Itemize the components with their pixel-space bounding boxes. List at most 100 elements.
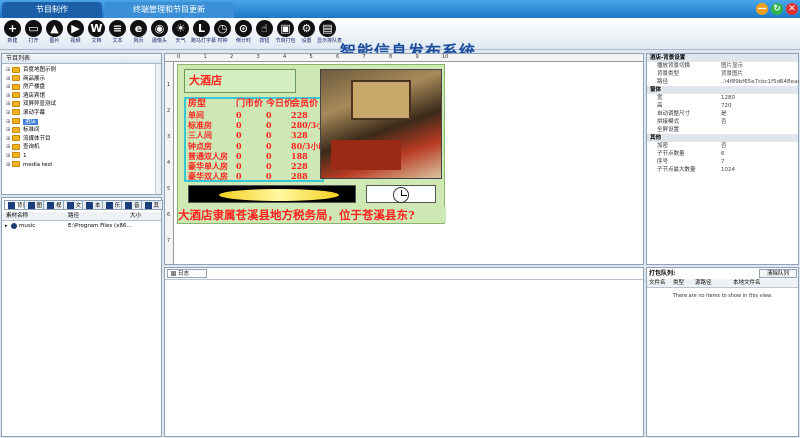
clear-queue-button[interactable]: 清除队列 xyxy=(759,269,797,278)
minimize-button[interactable]: — xyxy=(756,3,768,15)
toolbar-button-package[interactable]: ▣ 节目打包 xyxy=(275,19,296,49)
toolbar-button-label: 时钟 xyxy=(217,38,228,44)
horizontal-ruler: 0 1 2 3 4 5 6 7 8 9 10 xyxy=(165,54,643,62)
price-cell: 0 xyxy=(236,130,242,141)
toolbar: + 新建 ▭ 打开 ▲ 图片 ▶ 视频 W 文档 ≡ 文本 e 网页 ◉ 摄像头 ☀ 天气 L 跑马灯字幕 ◷ 时钟 ⊙ 倒计… xyxy=(0,18,800,61)
price-cell: 0 xyxy=(266,150,272,161)
price-cell: 标准房 xyxy=(188,120,212,131)
property-row[interactable]: 子节点数量 6 xyxy=(647,150,798,158)
toolbar-button-label: 视频 xyxy=(70,38,81,44)
text-icon: ≡ xyxy=(109,20,126,37)
marquee-text-box[interactable]: 大酒店隶属苍溪县地方税务局，位于苍溪县东? xyxy=(178,207,446,223)
price-cell: 豪华单人房 xyxy=(188,161,228,171)
tree-scrollbar[interactable] xyxy=(155,64,161,194)
price-row: 豪华双人房 0 0 288 xyxy=(186,171,322,181)
asset-tab-label: 视 xyxy=(56,203,62,209)
property-row[interactable]: 全屏设置 xyxy=(647,126,798,134)
property-name: 自动调整尺寸 xyxy=(657,111,691,117)
led-marquee-widget[interactable] xyxy=(188,185,356,203)
property-row[interactable]: 路径 ..\4f89bf65e7cbc1f5d648eaa88acce4e90f2… xyxy=(647,78,799,86)
restore-button[interactable]: ↻ xyxy=(771,3,783,15)
toolbar-button-touch[interactable]: ☝ 按钮 xyxy=(254,19,275,49)
weather-icon: ☀ xyxy=(172,20,189,37)
tree-item[interactable]: ⊞ 商品展示 xyxy=(6,75,161,84)
tree-item[interactable]: ⊞ 酒店 xyxy=(6,118,161,127)
toolbar-button-label: 节目打包 xyxy=(275,38,296,44)
property-row[interactable]: 序号 7 xyxy=(647,158,798,166)
ruler-tick-label: 7 xyxy=(362,54,366,60)
property-name: 加密 xyxy=(657,143,669,149)
tree-item[interactable]: ⊞ 1 xyxy=(6,152,161,161)
tab-program-edit[interactable]: 节目制作 xyxy=(2,2,102,18)
asset-tab[interactable]: 其 xyxy=(140,200,164,210)
property-value: 否 xyxy=(721,143,727,149)
tree-item[interactable]: ⊞ 双屏异显测试 xyxy=(6,100,161,109)
toolbar-button-label: 按钮 xyxy=(259,38,270,44)
tree-item[interactable]: ⊞ 滚动字幕 xyxy=(6,109,161,118)
property-row[interactable]: 加密 否 xyxy=(647,142,798,150)
toolbar-button-plus[interactable]: + 新建 xyxy=(2,19,23,49)
property-row[interactable]: 高 720 xyxy=(647,102,798,110)
property-name: 全屏设置 xyxy=(657,127,680,133)
toolbar-button-count[interactable]: ⊙ 倒计时 xyxy=(233,19,254,49)
tree-item[interactable]: ⊞ 标准间 xyxy=(6,126,161,135)
log-tab[interactable]: 日志 xyxy=(167,269,207,278)
asset-row[interactable]: ▸ music E:\Program Files (x86... xyxy=(2,222,161,230)
column-size[interactable]: 大小 xyxy=(130,212,141,221)
toolbar-button-weather[interactable]: ☀ 天气 xyxy=(170,19,191,49)
tab-terminal-manage[interactable]: 终端管理和节目更新 xyxy=(104,2,234,18)
queue-empty-message: There are no items to show in this view. xyxy=(672,293,773,299)
hotel-lobby-image[interactable] xyxy=(320,69,442,179)
toolbar-button-gear[interactable]: ⚙ 设置 xyxy=(296,19,317,49)
tree-item[interactable]: ⊞ 酒店宾馆 xyxy=(6,92,161,101)
tree-item-label: 房产楼盘 xyxy=(23,84,46,91)
property-section-header[interactable]: 其他 xyxy=(647,134,798,142)
clock-widget[interactable] xyxy=(366,185,436,203)
queue-column[interactable]: 本地文件名 xyxy=(733,279,761,288)
property-name: 播放背景切换 xyxy=(657,63,691,69)
tree-item[interactable]: ⊞ 查询机 xyxy=(6,143,161,152)
property-value: 否 xyxy=(721,119,727,125)
toolbar-button-led[interactable]: L 跑马灯字幕 xyxy=(191,19,216,49)
package-icon: ▣ xyxy=(277,20,294,37)
toolbar-button-web[interactable]: e 网页 xyxy=(128,19,149,49)
column-path[interactable]: 路径 xyxy=(68,212,79,221)
folder-open-icon: ▭ xyxy=(25,20,42,37)
close-button[interactable]: ✕ xyxy=(786,3,798,15)
toolbar-button-text[interactable]: ≡ 文本 xyxy=(107,19,128,49)
property-row[interactable]: 子节点最大数量 1024 xyxy=(647,166,798,174)
tree-item[interactable]: ⊞ 房产楼盘 xyxy=(6,83,161,92)
tab-icon xyxy=(47,202,54,209)
queue-column[interactable]: 文件名 xyxy=(649,279,666,288)
price-row: 标准房 0 0 280/3小时 xyxy=(186,120,332,131)
folder-icon xyxy=(12,135,20,142)
property-row[interactable]: 拼接模式 否 xyxy=(647,118,798,126)
folder-icon xyxy=(12,143,20,150)
property-row[interactable]: 播放背景切换 图片显示 xyxy=(647,62,798,70)
toolbar-button-image[interactable]: ▲ 图片 xyxy=(44,19,65,49)
toolbar-button-folder-open[interactable]: ▭ 打开 xyxy=(23,19,44,49)
queue-column[interactable]: 类型 xyxy=(673,279,684,288)
toolbar-button-clock[interactable]: ◷ 时钟 xyxy=(212,19,233,49)
property-row[interactable]: 背景类型 背景图片 xyxy=(647,70,798,78)
tree-item[interactable]: ⊞ media test xyxy=(6,161,161,170)
hotel-title-box[interactable]: 大酒店 xyxy=(184,69,296,93)
column-name[interactable]: 素材名称 xyxy=(6,212,28,221)
toolbar-button-video[interactable]: ▶ 视频 xyxy=(65,19,86,49)
tree-item[interactable]: ⊞ 百度地图示例 xyxy=(6,66,161,75)
program-stage: 大酒店 房型 门市价 今日价 会员价 单间 0 0 228 标准房 0 0 280/3小时 三人间 0 0 3… xyxy=(177,64,446,224)
expand-icon[interactable]: ▸ xyxy=(5,222,8,230)
property-section-header[interactable]: 酒店-背景设置 xyxy=(647,54,798,62)
tree-item-label: 标准间 xyxy=(23,127,40,134)
toolbar-button-camera[interactable]: ◉ 摄像头 xyxy=(149,19,170,49)
tree-item[interactable]: ⊞ 流媒体节目 xyxy=(6,135,161,144)
property-row[interactable]: 宽 1280 xyxy=(647,94,798,102)
property-row[interactable]: 自动调整尺寸 是 xyxy=(647,110,798,118)
price-header-cell: 会员价 xyxy=(291,99,319,109)
price-table[interactable]: 房型 门市价 今日价 会员价 单间 0 0 228 标准房 0 0 280/3小时 三人间 0 0 328 钟点… xyxy=(184,97,332,182)
toolbar-button-word[interactable]: W 文档 xyxy=(86,19,107,49)
queue-column[interactable]: 源路径 xyxy=(695,279,712,288)
property-section-header[interactable]: 窗体 xyxy=(647,86,798,94)
ruler-tick-label: 6 xyxy=(336,54,340,60)
toolbar-button-publish[interactable]: ▤ 显示排队表 xyxy=(317,19,342,49)
